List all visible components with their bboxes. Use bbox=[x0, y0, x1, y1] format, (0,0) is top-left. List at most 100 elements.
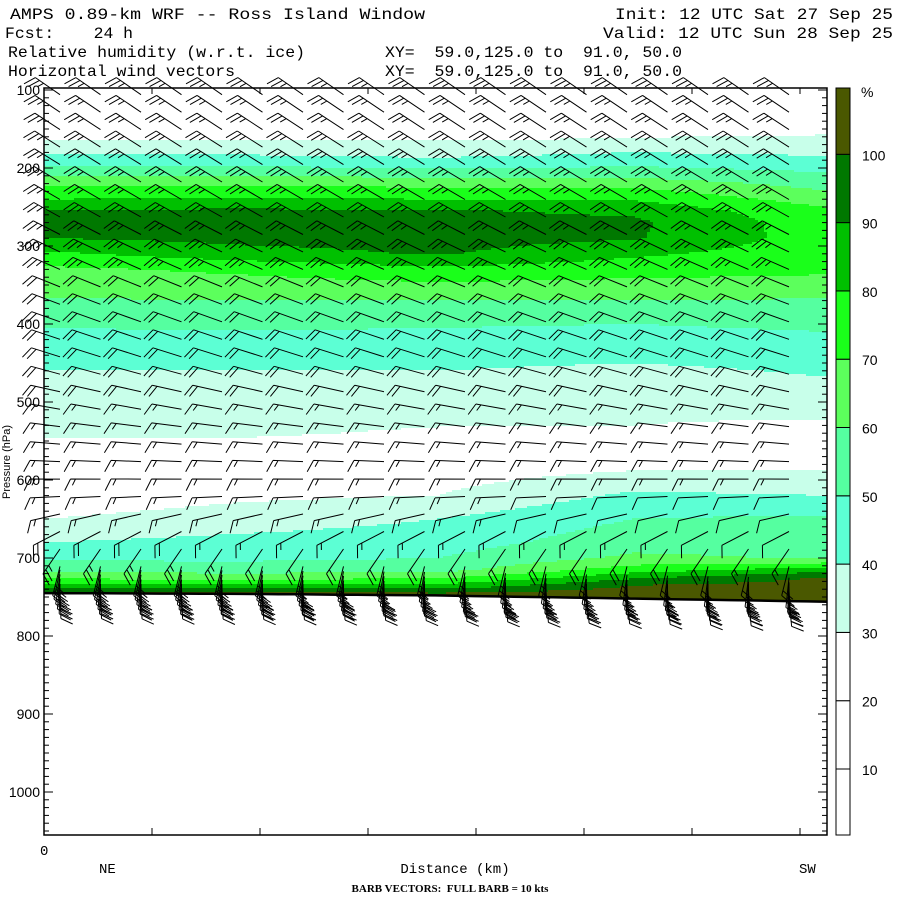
rh-band-cell bbox=[791, 202, 827, 204]
wind-barb bbox=[104, 94, 142, 113]
rh-band-cell bbox=[44, 240, 155, 242]
rh-band-cell bbox=[44, 410, 827, 412]
rh-band-cell bbox=[44, 378, 827, 380]
rh-band-cell bbox=[737, 368, 827, 370]
rh-band-cell bbox=[197, 572, 290, 574]
rh-band-cell bbox=[44, 292, 827, 294]
rh-band-cell bbox=[44, 252, 80, 254]
rh-band-cell bbox=[44, 256, 155, 258]
y-tick-label: 200 bbox=[17, 160, 41, 176]
rh-band-cell bbox=[764, 238, 827, 240]
rh-band-cell bbox=[791, 186, 827, 188]
rh-band-cell bbox=[44, 168, 734, 170]
rh-band-cell bbox=[677, 576, 827, 578]
rh-band-cell bbox=[44, 580, 497, 582]
colorbar-label: 50 bbox=[862, 489, 878, 505]
rh-band-cell bbox=[185, 506, 527, 508]
rh-band-cell bbox=[815, 134, 827, 136]
rh-band-cell bbox=[44, 362, 827, 364]
rh-band-cell bbox=[641, 238, 764, 240]
wind-barb bbox=[671, 94, 709, 113]
wind-barb bbox=[670, 441, 709, 454]
rh-band-cell bbox=[65, 266, 827, 268]
wind-barb bbox=[469, 94, 506, 113]
rh-band-cell bbox=[620, 492, 716, 494]
colorbar-label: 100 bbox=[862, 147, 886, 163]
rh-band-cell bbox=[497, 580, 599, 582]
rh-band-cell bbox=[44, 182, 743, 184]
rh-band-cell bbox=[44, 524, 377, 526]
rh-band-cell bbox=[542, 476, 827, 478]
wind-barb bbox=[266, 459, 304, 473]
wind-barb bbox=[549, 459, 587, 473]
wind-barb bbox=[64, 496, 101, 511]
rh-band-cell bbox=[476, 550, 827, 552]
rh-band-cell bbox=[545, 262, 827, 264]
rh-band-cell bbox=[368, 328, 758, 330]
rh-band-cell bbox=[116, 254, 668, 256]
y-tick-label: 300 bbox=[17, 238, 41, 254]
rh-band-cell bbox=[170, 270, 827, 272]
wind-barb bbox=[185, 94, 223, 113]
rh-band-cell bbox=[575, 364, 668, 366]
colorbar-label: 20 bbox=[862, 694, 878, 710]
wind-barb bbox=[509, 94, 547, 113]
rh-band-cell bbox=[452, 554, 620, 556]
rh-band-cell bbox=[494, 482, 827, 484]
rh-band-cell bbox=[701, 554, 827, 556]
colorbar-swatch bbox=[835, 87, 851, 155]
wind-barb bbox=[387, 459, 425, 473]
rh-band-cell bbox=[563, 576, 677, 578]
rh-band-cell bbox=[428, 592, 446, 594]
x-left-end-label: NE bbox=[99, 862, 116, 878]
rh-band-cell bbox=[44, 416, 827, 418]
rh-band-cell bbox=[44, 316, 827, 318]
colorbar-label: 60 bbox=[862, 421, 878, 437]
rh-band-cell bbox=[593, 588, 827, 590]
rh-band-cell bbox=[44, 554, 452, 556]
rh-band-cell bbox=[758, 198, 827, 200]
rh-band-cell bbox=[446, 492, 620, 494]
rh-band-cell bbox=[44, 274, 248, 276]
rh-band-cell bbox=[44, 430, 368, 432]
colorbar-swatch bbox=[835, 290, 851, 360]
wind-barb bbox=[468, 459, 506, 473]
rh-band-cell bbox=[590, 214, 743, 216]
rh-band-cell bbox=[44, 290, 827, 292]
wind-barb bbox=[428, 478, 466, 491]
rh-band-cell bbox=[461, 488, 827, 490]
wind-barb bbox=[590, 459, 628, 473]
wind-barb bbox=[307, 94, 344, 113]
y-tick-label: 600 bbox=[17, 472, 41, 488]
rh-band-cell bbox=[653, 224, 764, 226]
rh-band-cell bbox=[44, 140, 827, 142]
rh-band-cell bbox=[44, 232, 647, 234]
wind-barb bbox=[549, 441, 587, 454]
wind-barb bbox=[145, 496, 182, 511]
wind-barb bbox=[387, 112, 425, 131]
rh-band-cell bbox=[206, 272, 827, 274]
rh-band-cell bbox=[548, 536, 827, 538]
rh-band-cell bbox=[44, 346, 827, 348]
rh-band-cell bbox=[44, 196, 737, 198]
rh-band-cell bbox=[44, 568, 482, 570]
rh-band-cell bbox=[44, 574, 494, 576]
colorbar-swatch bbox=[835, 358, 851, 429]
x-axis-label: Distance (km) bbox=[400, 862, 509, 878]
rh-band-cell bbox=[758, 328, 827, 330]
rh-band-cell bbox=[44, 148, 827, 150]
rh-band-cell bbox=[44, 164, 827, 166]
rh-band-cell bbox=[566, 582, 737, 584]
rh-band-cell bbox=[491, 586, 620, 588]
rh-band-cell bbox=[44, 206, 698, 208]
rh-band-cell bbox=[44, 360, 827, 362]
y-axis-label: Pressure (hPa) bbox=[1, 425, 13, 499]
rh-band-cell bbox=[794, 170, 827, 172]
rh-band-cell bbox=[44, 570, 458, 572]
rh-band-cell bbox=[206, 242, 560, 244]
wind-barb bbox=[631, 94, 668, 113]
rh-band-cell bbox=[605, 556, 746, 558]
rh-band-cell bbox=[560, 570, 686, 572]
rh-band-cell bbox=[629, 572, 797, 574]
rh-band-cell bbox=[269, 500, 569, 502]
